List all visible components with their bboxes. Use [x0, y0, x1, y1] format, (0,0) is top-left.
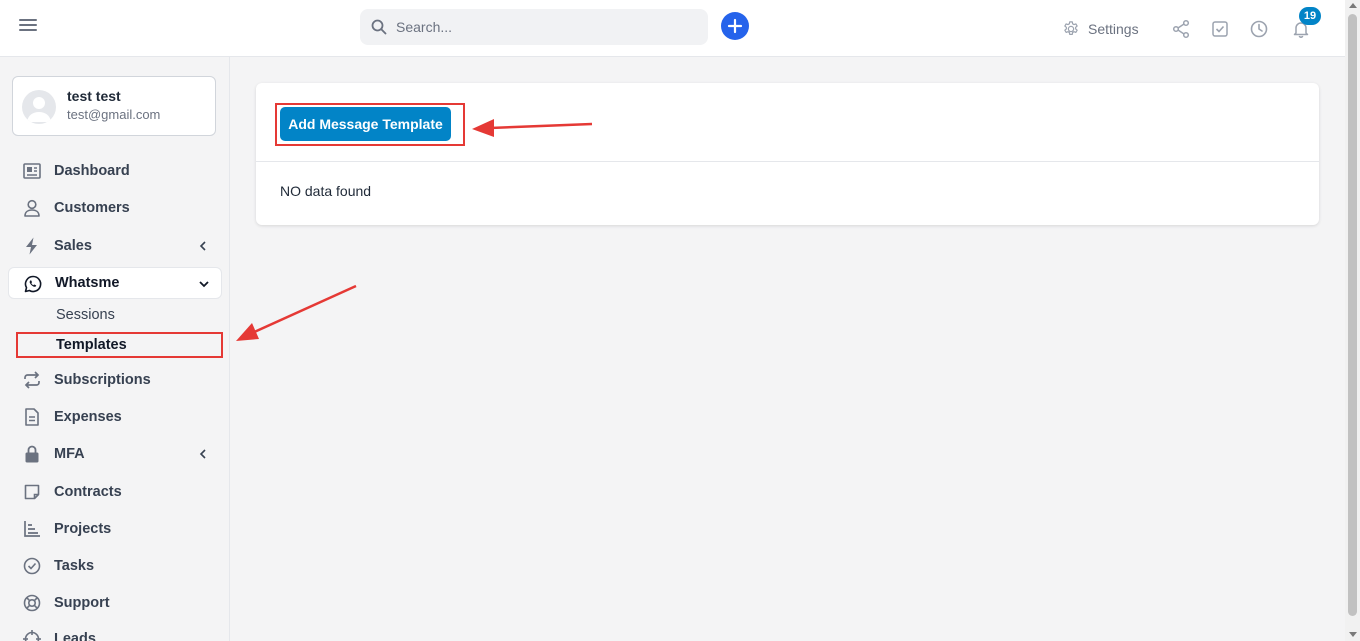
dashboard-icon: [23, 163, 41, 179]
user-avatar-icon: [27, 97, 51, 122]
whatsapp-icon: [24, 275, 42, 293]
scroll-down-arrow-icon[interactable]: [1349, 632, 1357, 637]
scrollbar-thumb[interactable]: [1348, 14, 1357, 616]
contract-icon: [24, 484, 40, 500]
user-profile-card[interactable]: test test test@gmail.com: [12, 76, 216, 136]
document-icon: [25, 408, 39, 426]
top-bar: Settings 19: [0, 0, 1345, 57]
notification-count-badge: 19: [1299, 7, 1321, 25]
avatar: [22, 90, 56, 124]
panel-header: Add Message Template: [256, 83, 1319, 162]
quick-create-button[interactable]: [721, 12, 749, 40]
lock-icon: [25, 445, 39, 463]
chevron-down-icon: [199, 281, 209, 288]
search-icon: [371, 19, 387, 35]
settings-link[interactable]: Settings: [1062, 19, 1139, 39]
sidebar-subitem-sessions[interactable]: Sessions: [56, 307, 115, 323]
sidebar-item-label: Whatsme: [55, 275, 120, 291]
sidebar-item-label: Support: [54, 595, 110, 611]
settings-label: Settings: [1088, 21, 1139, 37]
search-input[interactable]: [396, 9, 696, 45]
chevron-left-icon: [199, 241, 206, 251]
sidebar-item-expenses[interactable]: Expenses: [8, 401, 222, 433]
user-name: test test: [67, 88, 121, 104]
user-icon: [24, 199, 40, 217]
page-scrollbar[interactable]: [1345, 0, 1360, 641]
bolt-icon: [26, 237, 37, 255]
sidebar-item-label: Dashboard: [54, 163, 130, 179]
sidebar-item-label: Customers: [54, 200, 130, 216]
sidebar-item-label: MFA: [54, 446, 85, 462]
sidebar-item-label: Projects: [54, 521, 112, 537]
sidebar-item-contracts[interactable]: Contracts: [8, 476, 222, 508]
clock-icon[interactable]: [1249, 19, 1269, 39]
search-box[interactable]: [360, 9, 708, 45]
lifebuoy-icon: [23, 594, 41, 612]
sidebar-item-label: Expenses: [54, 409, 122, 425]
empty-state-message: NO data found: [280, 183, 372, 199]
annotation-arrow-templates: [236, 284, 357, 341]
sidebar-item-label: Subscriptions: [54, 372, 151, 388]
add-message-template-button[interactable]: Add Message Template: [280, 107, 451, 141]
sidebar-item-leads[interactable]: Leads: [8, 623, 222, 641]
scroll-up-arrow-icon[interactable]: [1349, 3, 1357, 8]
sidebar-item-subscriptions[interactable]: Subscriptions: [8, 364, 222, 396]
sidebar-item-tasks[interactable]: Tasks: [8, 550, 222, 582]
menu-toggle-icon[interactable]: [19, 19, 37, 37]
sidebar-item-mfa[interactable]: MFA: [8, 438, 222, 470]
sidebar-item-customers[interactable]: Customers: [8, 192, 222, 224]
sidebar-item-projects[interactable]: Projects: [8, 513, 222, 545]
plus-icon: [727, 18, 743, 34]
sidebar-item-dashboard[interactable]: Dashboard: [8, 155, 222, 187]
sidebar-item-whatsme[interactable]: Whatsme: [8, 267, 222, 299]
sidebar-item-label: Contracts: [54, 484, 122, 500]
user-email: test@gmail.com: [67, 107, 161, 122]
sidebar-item-sales[interactable]: Sales: [8, 230, 222, 262]
sidebar: test test test@gmail.com Dashboard Custo…: [0, 57, 230, 641]
crosshair-icon: [23, 630, 41, 641]
sidebar-item-label: Leads: [54, 631, 96, 641]
sidebar-item-label: Tasks: [54, 558, 95, 574]
sidebar-item-support[interactable]: Support: [8, 587, 222, 619]
check-circle-icon: [23, 557, 41, 575]
chart-icon: [24, 521, 40, 537]
gear-icon: [1064, 21, 1078, 35]
share-icon[interactable]: [1171, 19, 1191, 39]
checkbox-icon[interactable]: [1210, 19, 1230, 39]
highlight-box-templates: [16, 332, 223, 358]
repeat-icon: [24, 371, 40, 389]
sidebar-item-label: Sales: [54, 238, 92, 254]
chevron-left-icon: [199, 449, 206, 459]
templates-panel: Add Message Template NO data found: [256, 83, 1319, 225]
